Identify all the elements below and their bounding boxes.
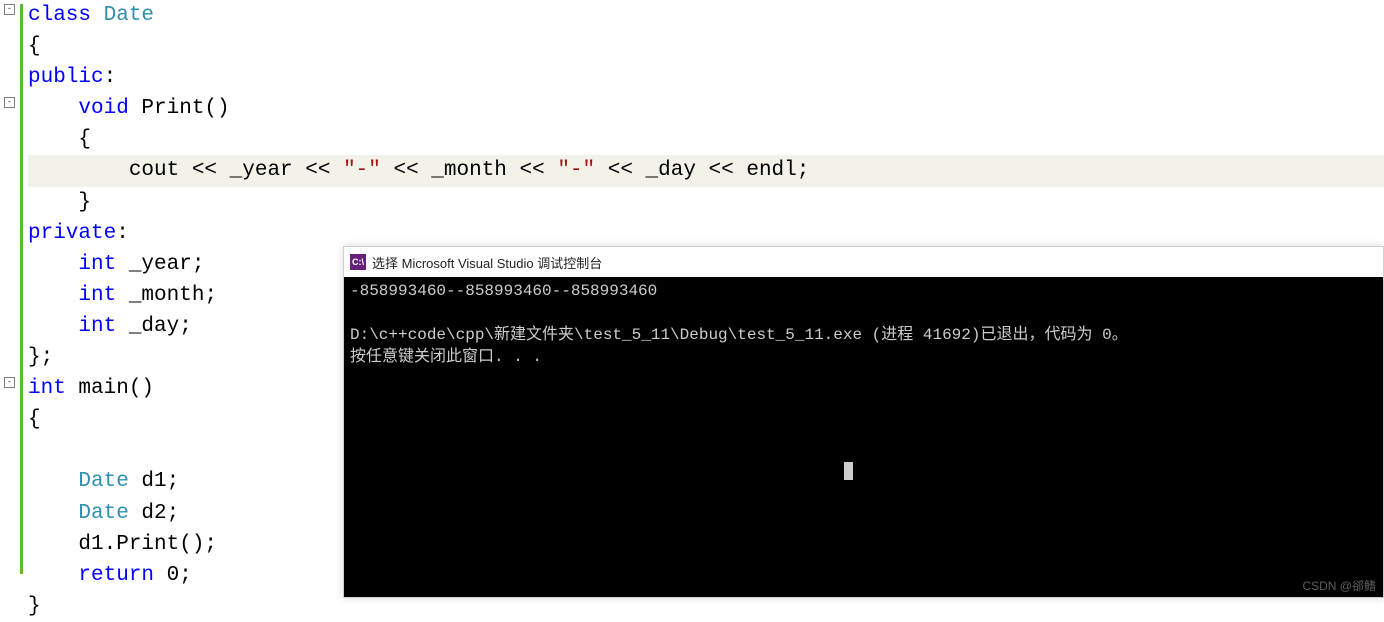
code-line[interactable]: public: [28, 62, 1384, 93]
code-token: _day; [129, 315, 192, 338]
code-token: _year; [129, 253, 205, 276]
code-token: void [28, 97, 141, 120]
code-token: Date [28, 470, 141, 493]
code-token: cout << _year << [28, 159, 343, 182]
code-token: main() [78, 377, 154, 400]
code-line[interactable]: { [28, 124, 1384, 155]
code-token: int [28, 377, 78, 400]
code-token: { [28, 408, 41, 431]
code-line[interactable]: void Print() [28, 93, 1384, 124]
code-token: int [28, 253, 129, 276]
code-token: Date [104, 4, 154, 27]
code-token: int [28, 315, 129, 338]
code-token: << _day << endl; [595, 159, 809, 182]
watermark: CSDN @郤鳍 [1302, 577, 1376, 594]
code-token: private [28, 222, 116, 245]
console-titlebar[interactable]: C:\ 选择 Microsoft Visual Studio 调试控制台 [344, 247, 1383, 277]
console-line: D:\c++code\cpp\新建文件夹\test_5_11\Debug\tes… [350, 326, 1128, 344]
console-cursor [844, 462, 853, 480]
code-token: << _month << [381, 159, 557, 182]
code-token: int [28, 284, 129, 307]
code-token: { [28, 35, 41, 58]
code-token: } [28, 191, 91, 214]
code-token: Print() [141, 97, 229, 120]
code-line[interactable]: } [28, 187, 1384, 218]
console-output[interactable]: -858993460--858993460--858993460 D:\c++c… [344, 277, 1383, 597]
console-title-text: 选择 Microsoft Visual Studio 调试控制台 [372, 253, 602, 272]
code-token: public [28, 66, 104, 89]
console-line: -858993460--858993460--858993460 [350, 282, 657, 300]
fold-toggle[interactable]: - [4, 377, 15, 388]
code-token: d1; [141, 470, 179, 493]
code-token: "-" [557, 159, 595, 182]
code-line[interactable]: class Date [28, 0, 1384, 31]
fold-toggle[interactable]: - [4, 97, 15, 108]
fold-toggle[interactable]: - [4, 4, 15, 15]
code-token: _month; [129, 284, 217, 307]
code-token: : [104, 66, 117, 89]
code-token: d1.Print(); [28, 533, 217, 556]
change-bar [20, 4, 23, 574]
code-token: }; [28, 346, 53, 369]
code-token: d2; [141, 502, 179, 525]
code-token: Date [28, 502, 141, 525]
code-line[interactable]: private: [28, 218, 1384, 249]
console-icon: C:\ [350, 254, 366, 270]
code-token: return [28, 564, 167, 587]
fold-gutter: - - - [0, 0, 20, 598]
code-token: 0; [167, 564, 192, 587]
code-line[interactable]: { [28, 31, 1384, 62]
console-line: 按任意键关闭此窗口. . . [350, 348, 542, 366]
debug-console-window: C:\ 选择 Microsoft Visual Studio 调试控制台 -85… [343, 246, 1384, 598]
code-line[interactable]: cout << _year << "-" << _month << "-" <<… [28, 155, 1384, 186]
code-token: } [28, 595, 41, 618]
code-token: { [28, 128, 91, 151]
code-token: : [116, 222, 129, 245]
code-token: class [28, 4, 104, 27]
code-token: "-" [343, 159, 381, 182]
